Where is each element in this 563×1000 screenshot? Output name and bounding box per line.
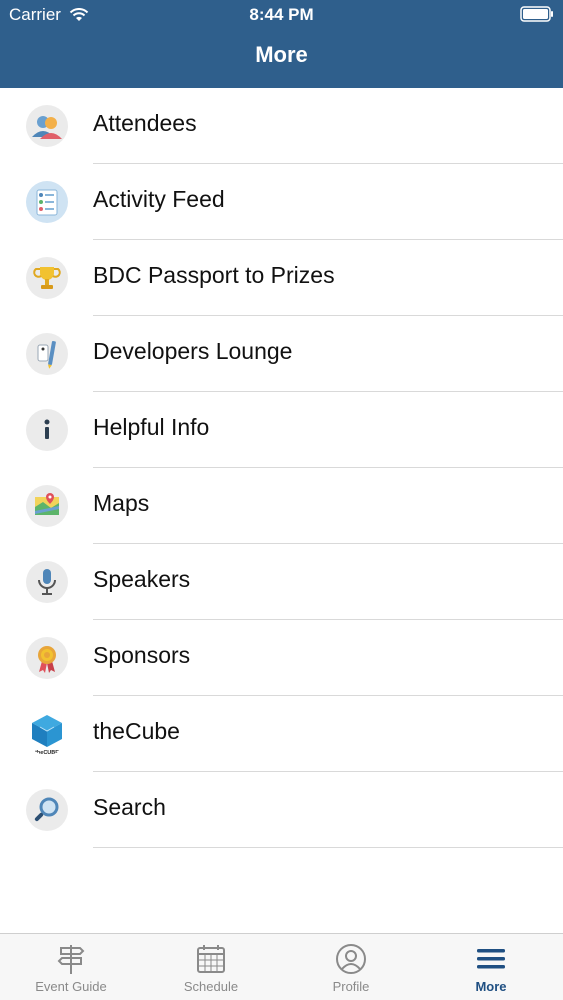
attendees-icon (26, 105, 68, 147)
thecube-logo-icon: theCUBE (26, 713, 68, 755)
menu-item-label: Maps (93, 490, 150, 516)
tab-label: Profile (332, 979, 370, 994)
developers-lounge-icon (26, 333, 68, 375)
tab-event-guide[interactable]: Event Guide (1, 934, 141, 1000)
menu-item-label: theCube (93, 718, 180, 744)
status-time: 8:44 PM (249, 5, 314, 24)
map-icon (26, 485, 68, 527)
signpost-icon (57, 945, 85, 974)
menu-item-label: Attendees (93, 110, 197, 136)
status-bar: Carrier 8:44 PM (0, 0, 563, 30)
menu-item-label: Developers Lounge (93, 338, 293, 364)
menu-item-sponsors[interactable]: Sponsors (0, 620, 563, 696)
microphone-icon (26, 561, 68, 603)
menu-item-helpful-info[interactable]: Helpful Info (0, 392, 563, 468)
hamburger-icon (477, 949, 505, 969)
menu-item-label: Activity Feed (93, 186, 225, 212)
menu-item-label: Sponsors (93, 642, 191, 668)
tab-more[interactable]: More (421, 934, 561, 1000)
profile-icon (336, 944, 366, 974)
menu-item-speakers[interactable]: Speakers (0, 544, 563, 620)
info-icon (26, 409, 68, 451)
tab-schedule[interactable]: Schedule (141, 934, 281, 1000)
nav-header: Carrier 8:44 PM More (0, 0, 563, 88)
magnifier-icon (26, 789, 68, 831)
battery-icon (520, 6, 553, 22)
tab-profile[interactable]: Profile (281, 934, 421, 1000)
trophy-icon (26, 257, 68, 299)
tab-bar: Event Guide Schedule Profile More (0, 933, 563, 1000)
calendar-icon (197, 945, 225, 973)
activity-feed-icon (26, 181, 68, 223)
ribbon-award-icon (26, 637, 68, 679)
tab-label: Event Guide (35, 979, 107, 994)
svg-text:theCUBE: theCUBE (35, 750, 59, 755)
menu-item-label: Search (93, 794, 166, 820)
menu-item-passport-to-prizes[interactable]: BDC Passport to Prizes (0, 240, 563, 316)
menu-item-label: Helpful Info (93, 414, 210, 440)
menu-item-label: BDC Passport to Prizes (93, 262, 335, 288)
menu-item-search[interactable]: Search (0, 772, 563, 848)
menu-item-activity-feed[interactable]: Activity Feed (0, 164, 563, 240)
menu-item-label: Speakers (93, 566, 191, 592)
menu-item-maps[interactable]: Maps (0, 468, 563, 544)
tab-label: Schedule (183, 979, 239, 994)
menu-item-developers-lounge[interactable]: Developers Lounge (0, 316, 563, 392)
page-title: More (255, 42, 308, 67)
more-menu-list: Attendees Activity Feed BDC Passport to … (0, 88, 563, 848)
tab-label: More (475, 979, 507, 994)
menu-item-attendees[interactable]: Attendees (0, 88, 563, 164)
menu-item-thecube[interactable]: theCUBE theCube (0, 696, 563, 772)
divider (93, 847, 563, 848)
